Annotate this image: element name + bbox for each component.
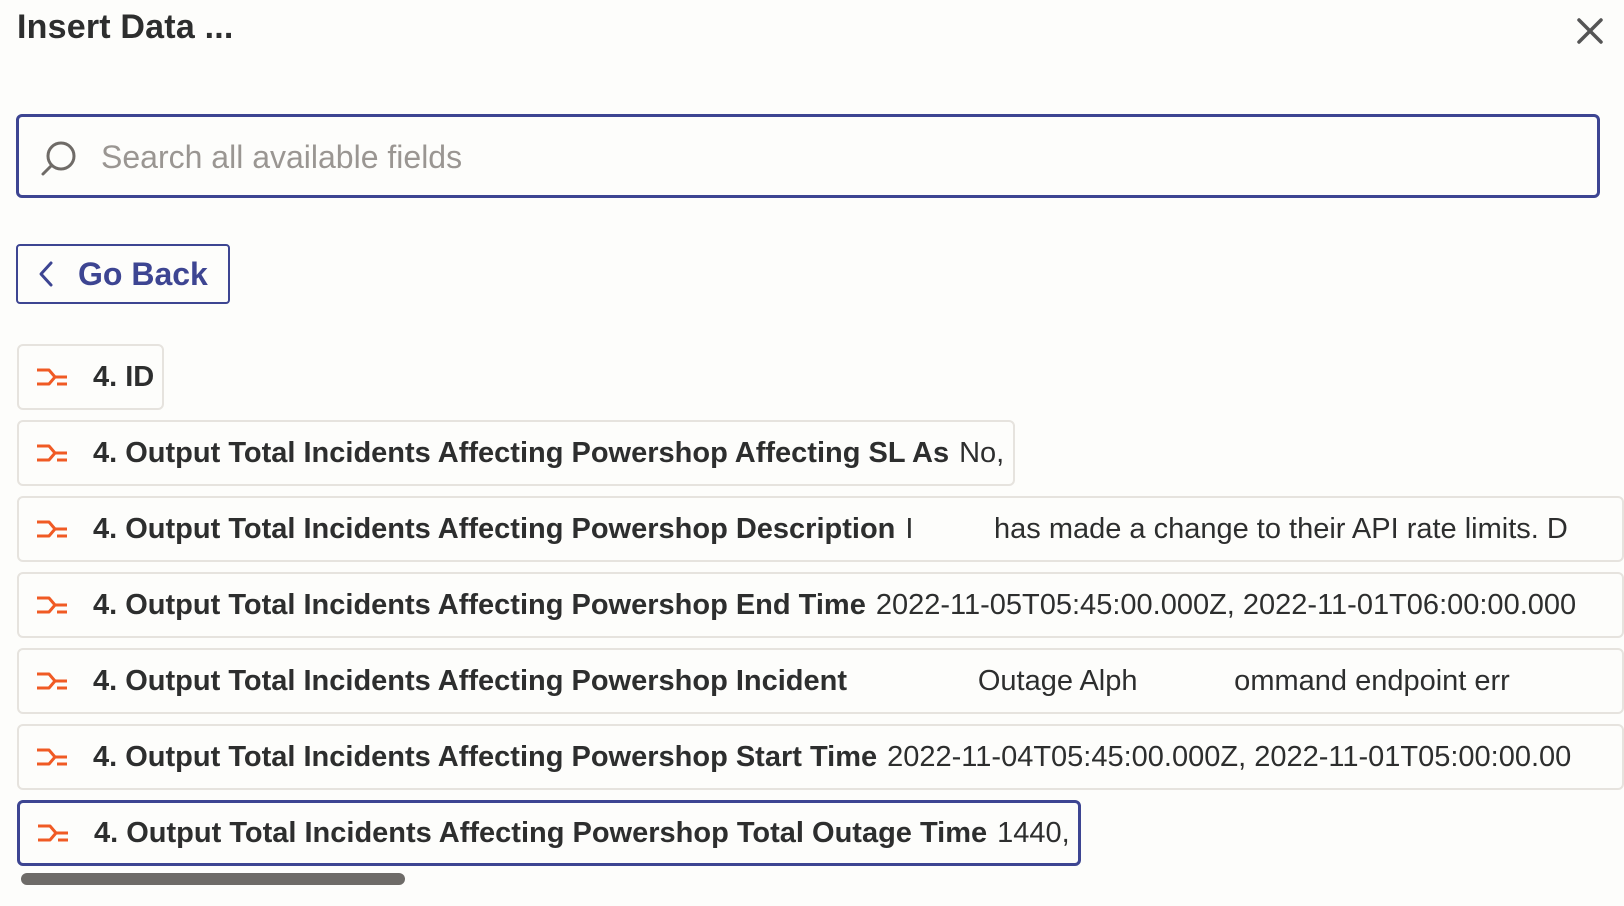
chevron-left-icon: [39, 261, 53, 287]
field-value: I has made a change to their API rate li…: [905, 512, 1568, 545]
search-box[interactable]: [16, 114, 1600, 198]
field-value: Outage Alph ommand endpoint err: [857, 664, 1510, 697]
search-icon: [41, 141, 76, 176]
field-label: 4. Output Total Incidents Affecting Powe…: [94, 816, 988, 849]
field-item-end-time[interactable]: 4. Output Total Incidents Affecting Powe…: [17, 572, 1624, 638]
field-value: 2022-11-05T05:45:00.000Z, 2022-11-01T06:…: [875, 588, 1577, 621]
field-item-total-outage-time[interactable]: 4. Output Total Incidents Affecting Powe…: [17, 800, 1081, 866]
field-label: 4. Output Total Incidents Affecting Powe…: [93, 512, 896, 545]
field-label: 4. Output Total Incidents Affecting Powe…: [93, 588, 866, 621]
field-item-affecting-sl-as[interactable]: 4. Output Total Incidents Affecting Powe…: [17, 420, 1015, 486]
field-data-icon: [37, 520, 67, 538]
field-value: 1440, 60: [997, 816, 1078, 849]
field-label: 4. Output Total Incidents Affecting Powe…: [93, 664, 848, 697]
field-label: 4. Output Total Incidents Affecting Powe…: [93, 740, 878, 773]
field-value: 2022-11-04T05:45:00.000Z, 2022-11-01T05:…: [887, 740, 1572, 773]
go-back-button[interactable]: Go Back: [16, 244, 230, 304]
field-item-incident[interactable]: 4. Output Total Incidents Affecting Powe…: [17, 648, 1624, 714]
field-label: 4. ID: [93, 360, 155, 393]
field-item-description[interactable]: 4. Output Total Incidents Affecting Powe…: [17, 496, 1624, 562]
field-data-icon: [38, 824, 68, 842]
search-input[interactable]: [99, 127, 1583, 187]
field-data-icon: [37, 368, 67, 386]
field-label: 4. Output Total Incidents Affecting Powe…: [93, 436, 950, 469]
close-icon[interactable]: [1573, 14, 1607, 48]
field-item-id[interactable]: 4. ID: [17, 344, 164, 410]
field-value: No, No: [959, 436, 1013, 469]
field-data-icon: [37, 748, 67, 766]
field-data-icon: [37, 596, 67, 614]
field-data-icon: [37, 672, 67, 690]
horizontal-scrollbar[interactable]: [21, 873, 405, 885]
dialog-title: Insert Data ...: [17, 8, 234, 46]
go-back-label: Go Back: [78, 255, 208, 292]
field-item-start-time[interactable]: 4. Output Total Incidents Affecting Powe…: [17, 724, 1624, 790]
field-data-icon: [37, 444, 67, 462]
